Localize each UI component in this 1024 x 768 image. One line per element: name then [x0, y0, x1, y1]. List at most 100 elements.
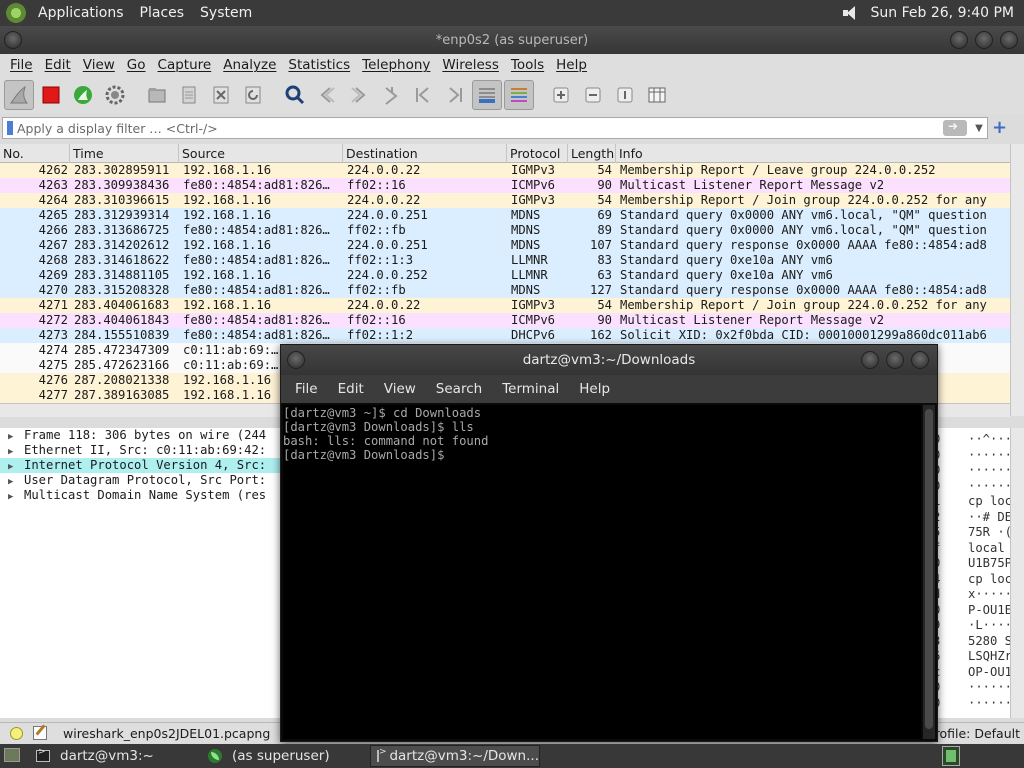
minimize-button[interactable]: [950, 31, 968, 49]
bytes-ascii: ······: [968, 478, 1013, 493]
column-source[interactable]: Source: [179, 144, 343, 163]
menu-analyze[interactable]: Analyze: [217, 57, 282, 73]
detail-tree-row[interactable]: ▶ Frame 118: 306 bytes on wire (244: [0, 428, 282, 443]
packet-row[interactable]: 4269 283.314881105 192.168.1.16 224.0.0.252…: [0, 268, 1010, 283]
column-protocol[interactable]: Protocol: [507, 144, 568, 163]
show-desktop-icon[interactable]: [4, 748, 20, 762]
terminal-menu-search[interactable]: Search: [426, 381, 492, 397]
menu-capture[interactable]: Capture: [152, 57, 218, 73]
first-packet-button[interactable]: [408, 80, 438, 110]
colorize-button[interactable]: [504, 80, 534, 110]
autoscroll-button[interactable]: [472, 80, 502, 110]
packet-row[interactable]: 4265 283.312939314 192.168.1.16 224.0.0.251…: [0, 208, 1010, 223]
apply-filter-arrow-icon[interactable]: [943, 119, 967, 136]
packet-time: 287.208021338: [74, 373, 170, 387]
save-file-button[interactable]: [174, 80, 204, 110]
start-capture-button[interactable]: [4, 80, 34, 110]
detail-tree-row[interactable]: ▶ User Datagram Protocol, Src Port:: [0, 473, 282, 488]
close-file-button[interactable]: [206, 80, 236, 110]
terminal-menu-view[interactable]: View: [374, 381, 426, 397]
packet-row[interactable]: 4264 283.310396615 192.168.1.16 224.0.0.22 I…: [0, 193, 1010, 208]
terminal-minimize-button[interactable]: [861, 351, 879, 369]
column-no[interactable]: No.: [0, 144, 70, 163]
packet-row[interactable]: 4266 283.313686725 fe80::4854:ad81:826… ff0…: [0, 223, 1010, 238]
restart-capture-button[interactable]: [68, 80, 98, 110]
packet-row[interactable]: 4262 283.302895911 192.168.1.16 224.0.0.22 I…: [0, 163, 1010, 178]
capture-options-button[interactable]: [100, 80, 130, 110]
packet-row[interactable]: 4271 283.404061683 192.168.1.16 224.0.0.22 I…: [0, 298, 1010, 313]
packet-row[interactable]: 4270 283.315208328 fe80::4854:ad81:826… ff0…: [0, 283, 1010, 298]
panel-menu-places[interactable]: Places: [132, 5, 193, 21]
packet-row[interactable]: 4263 283.309938436 fe80::4854:ad81:826… ff0…: [0, 178, 1010, 193]
capture-comment-icon[interactable]: [33, 726, 47, 740]
filter-dropdown-icon[interactable]: ▼: [971, 123, 987, 134]
detail-tree-row[interactable]: ▶ Multicast Domain Name System (res: [0, 488, 282, 503]
last-packet-button[interactable]: [440, 80, 470, 110]
maximize-button[interactable]: [975, 31, 993, 49]
taskbar-item-terminal-downloads[interactable]: dartz@vm3:~/Down...: [370, 745, 540, 767]
panel-menu-system[interactable]: System: [192, 5, 260, 21]
bytes-ascii: ······: [968, 680, 1013, 694]
status-profile[interactable]: Profile: Default: [927, 726, 1020, 741]
menu-go[interactable]: Go: [121, 57, 152, 73]
stop-capture-button[interactable]: [36, 80, 66, 110]
detail-tree-row[interactable]: ▶ Internet Protocol Version 4, Src:: [0, 458, 282, 473]
find-packet-button[interactable]: [280, 80, 310, 110]
filter-bookmark-icon[interactable]: [7, 121, 13, 135]
window-menu-button[interactable]: [4, 31, 22, 49]
terminal-title-bar[interactable]: dartz@vm3:~/Downloads: [281, 345, 937, 375]
go-to-packet-button[interactable]: [376, 80, 406, 110]
packet-row[interactable]: 4267 283.314202612 192.168.1.16 224.0.0.251…: [0, 238, 1010, 253]
expert-info-led-icon[interactable]: [10, 726, 23, 740]
panel-menu-applications[interactable]: Applications: [30, 5, 132, 21]
go-forward-button[interactable]: [344, 80, 374, 110]
display-filter-input[interactable]: [17, 120, 943, 136]
go-back-button[interactable]: [312, 80, 342, 110]
packet-bytes-scrollbar[interactable]: [1010, 428, 1024, 718]
open-file-button[interactable]: [142, 80, 172, 110]
packet-row[interactable]: 4272 283.404061843 fe80::4854:ad81:826… ff0…: [0, 313, 1010, 328]
menu-statistics[interactable]: Statistics: [282, 57, 356, 73]
terminal-scrollbar[interactable]: [923, 405, 935, 739]
column-length[interactable]: Length: [568, 144, 616, 163]
packet-row[interactable]: 4273 284.155510839 fe80::4854:ad81:826… ff0…: [0, 328, 1010, 343]
taskbar-item-label: dartz@vm3:~: [60, 748, 154, 764]
normal-size-button[interactable]: [610, 80, 640, 110]
taskbar-item-wireshark[interactable]: (as superuser): [202, 745, 368, 767]
expand-arrow-icon[interactable]: ▶: [8, 490, 24, 505]
terminal-output[interactable]: [dartz@vm3 ~]$ cd Downloads [dartz@vm3 D…: [283, 405, 921, 739]
menu-view[interactable]: View: [77, 57, 121, 73]
packet-source: 192.168.1.16: [183, 238, 272, 252]
terminal-close-button[interactable]: [911, 351, 929, 369]
menu-help[interactable]: Help: [550, 57, 593, 73]
terminal-menu-help[interactable]: Help: [569, 381, 620, 397]
terminal-window-menu-button[interactable]: [287, 351, 305, 369]
detail-tree-row[interactable]: ▶ Ethernet II, Src: c0:11:ab:69:42:: [0, 443, 282, 458]
panel-clock[interactable]: Sun Feb 26, 9:40 PM: [871, 5, 1014, 21]
reload-file-button[interactable]: [238, 80, 268, 110]
terminal-menu-file[interactable]: File: [285, 381, 328, 397]
column-destination[interactable]: Destination: [343, 144, 507, 163]
terminal-maximize-button[interactable]: [886, 351, 904, 369]
zoom-in-button[interactable]: [546, 80, 576, 110]
zoom-out-button[interactable]: [578, 80, 608, 110]
column-info[interactable]: Info: [616, 144, 1010, 163]
mint-logo-icon[interactable]: [6, 3, 26, 23]
terminal-menu-edit[interactable]: Edit: [328, 381, 374, 397]
workspace-switcher-icon[interactable]: [942, 746, 960, 766]
close-button[interactable]: [1000, 31, 1018, 49]
taskbar-item-terminal-home[interactable]: dartz@vm3:~: [30, 745, 200, 767]
menu-wireless[interactable]: Wireless: [436, 57, 505, 73]
packet-row[interactable]: 4268 283.314618622 fe80::4854:ad81:826… ff0…: [0, 253, 1010, 268]
column-time[interactable]: Time: [70, 144, 179, 163]
menu-file[interactable]: File: [4, 57, 39, 73]
terminal-menu-terminal[interactable]: Terminal: [492, 381, 569, 397]
menu-telephony[interactable]: Telephony: [356, 57, 436, 73]
add-filter-button-plus-icon[interactable]: +: [992, 118, 1007, 138]
menu-edit[interactable]: Edit: [39, 57, 77, 73]
volume-icon[interactable]: [841, 5, 861, 21]
menu-tools[interactable]: Tools: [505, 57, 550, 73]
packet-list-vertical-scrollbar[interactable]: [1010, 144, 1024, 416]
resize-columns-button[interactable]: [642, 80, 672, 110]
wireshark-title-bar[interactable]: *enp0s2 (as superuser): [0, 26, 1024, 54]
